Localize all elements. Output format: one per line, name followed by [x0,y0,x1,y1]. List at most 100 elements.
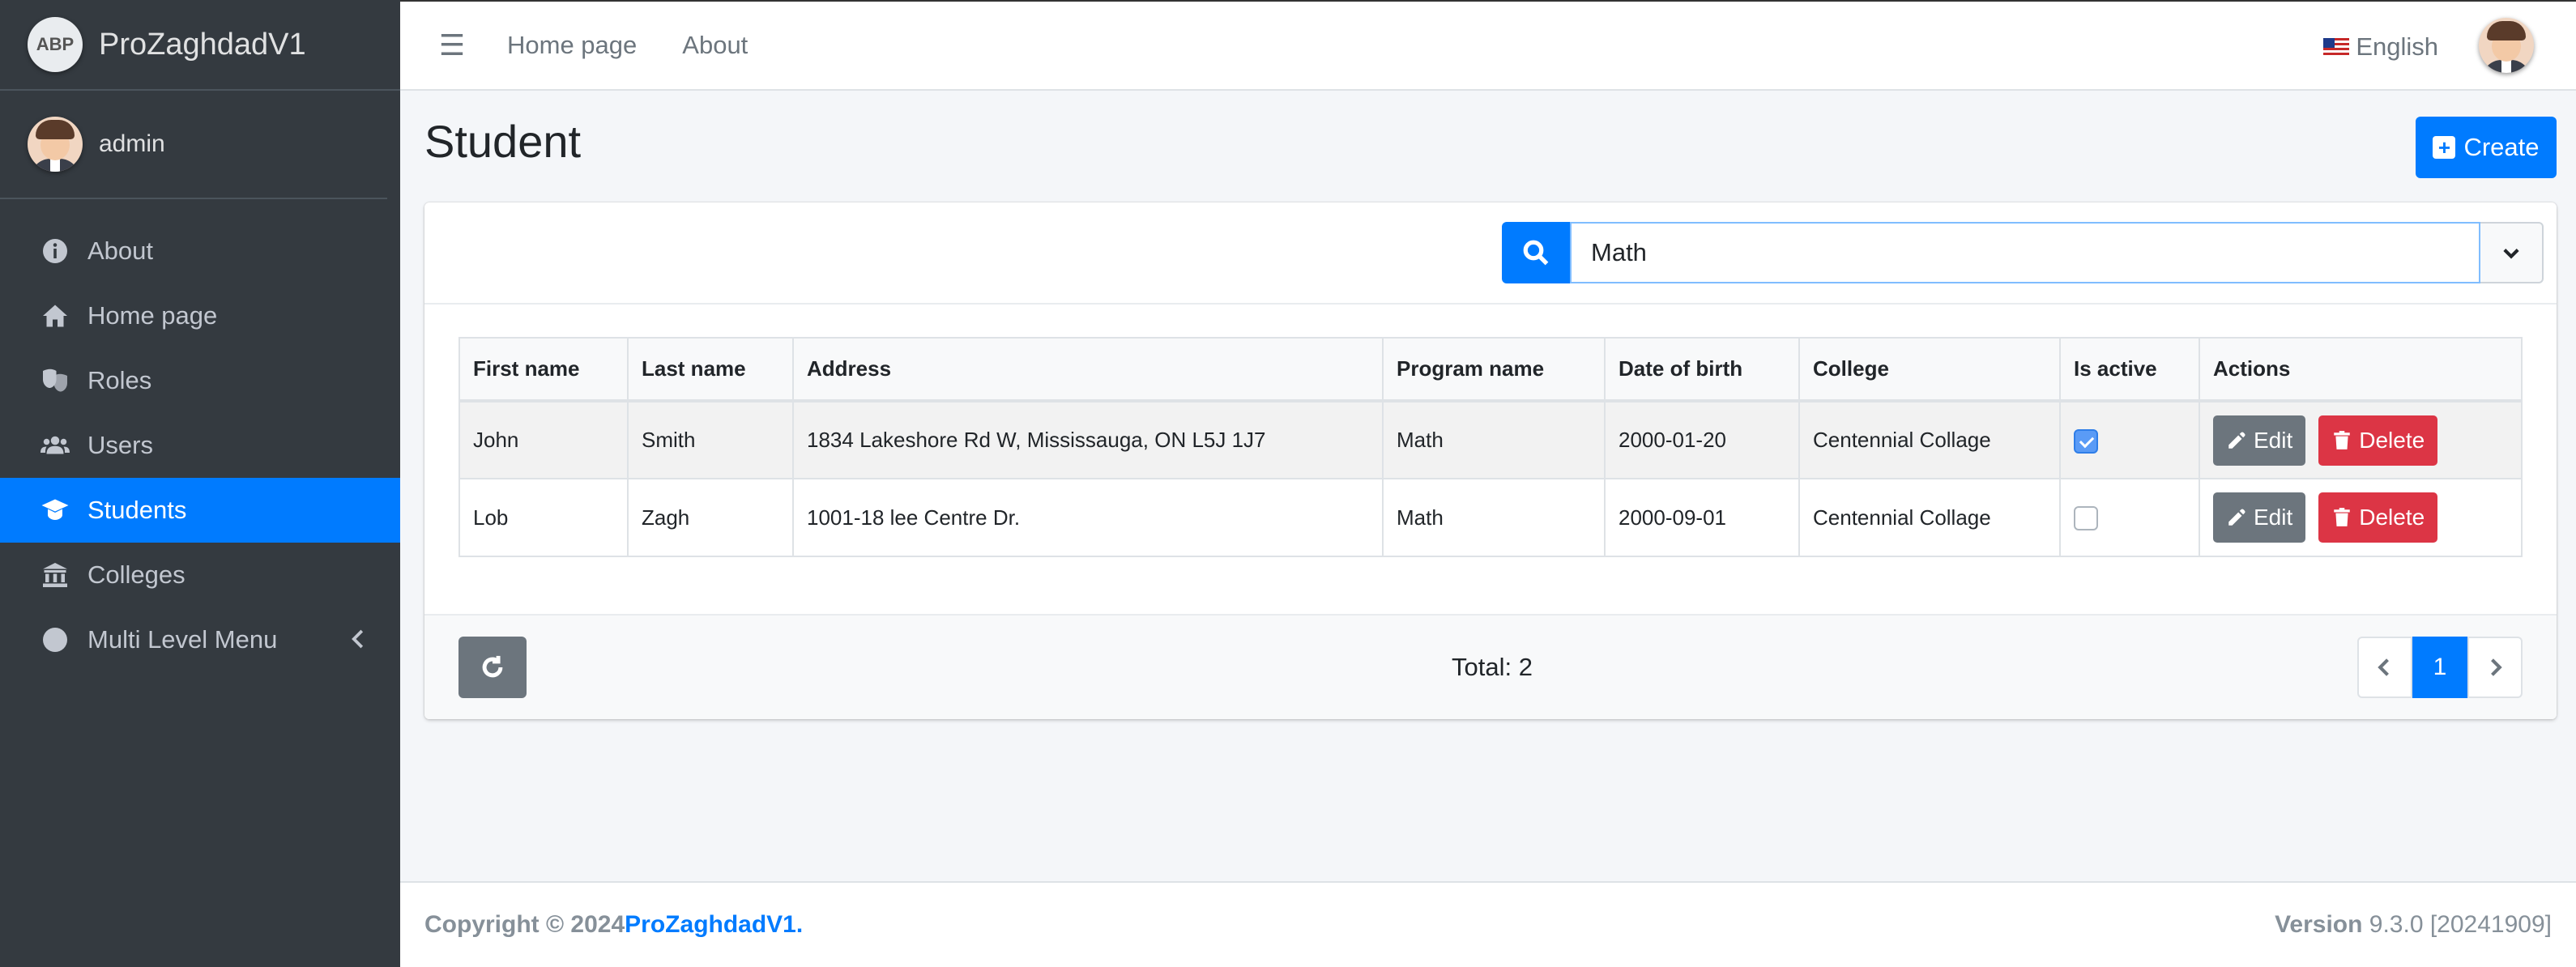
sidebar-item-label: Multi Level Menu [87,625,278,654]
cell-date-of-birth: 2000-09-01 [1604,478,1800,557]
search-input[interactable] [1570,222,2480,283]
cell-actions: Edit Delete [2199,478,2523,557]
sidebar-item-label: Students [87,496,187,524]
chevron-left-icon [347,627,371,651]
column-header-actions: Actions [2199,337,2523,403]
sidebar-item-home[interactable]: Home page [0,283,400,348]
sidebar-item-label: Colleges [87,560,186,589]
create-button[interactable]: + Create [2416,117,2557,178]
column-header-first-name[interactable]: First name [458,337,629,403]
pagination: 1 [2357,637,2523,698]
column-header-program-name[interactable]: Program name [1382,337,1606,403]
edit-button[interactable]: Edit [2213,492,2306,543]
info-circle-icon [39,235,71,267]
user-panel[interactable]: admin [0,91,387,199]
university-icon [39,559,71,591]
hamburger-menu-icon[interactable]: ☰ [437,28,467,62]
refresh-button[interactable] [458,637,527,698]
plus-square-icon: + [2433,136,2456,159]
cell-actions: Edit Delete [2199,400,2523,479]
delete-button[interactable]: Delete [2318,492,2438,543]
is-active-checkbox[interactable] [2074,506,2098,531]
students-table: First name Last name Address Program nam… [458,337,2523,557]
language-label: English [2356,32,2438,61]
cell-is-active [2059,400,2200,479]
us-flag-icon [2323,38,2350,56]
trash-icon [2334,508,2350,526]
sidebar-item-label: Home page [87,301,218,330]
table-footer: Total: 2 1 [424,614,2557,719]
pagination-next[interactable] [2467,637,2523,698]
chevron-down-icon [2503,249,2519,259]
search-button[interactable] [1502,222,1570,283]
students-card: First name Last name Address Program nam… [424,202,2557,719]
column-header-last-name[interactable]: Last name [627,337,794,403]
sidebar-item-label: About [87,236,154,265]
pagination-prev[interactable] [2357,637,2412,698]
footer-brand-link[interactable]: ProZaghdadV1 [625,911,796,939]
table-row: Lob Zagh 1001-18 lee Centre Dr. Math 200… [458,478,2523,557]
language-selector[interactable]: English [2323,32,2438,62]
trash-icon [2334,430,2350,449]
theater-masks-icon [39,364,71,397]
footer-dot: . [795,911,804,938]
sidebar-item-roles[interactable]: Roles [0,348,400,413]
refresh-icon [482,655,503,678]
create-button-label: Create [2463,133,2540,161]
circle-icon [39,624,71,656]
sidebar: ABP ProZaghdadV1 admin About Home page R… [0,0,400,967]
is-active-checkbox[interactable] [2074,428,2098,454]
cell-first-name: Lob [458,478,629,557]
brand-logo: ABP [28,17,83,72]
nav-link-home[interactable]: Home page [507,31,637,60]
pagination-page[interactable]: 1 [2412,637,2467,698]
chevron-left-icon [2378,658,2389,676]
brand-link[interactable]: ABP ProZaghdadV1 [0,0,400,91]
version-label: Version [2275,911,2363,938]
sidebar-item-multi-level-menu[interactable]: Multi Level Menu [0,607,400,672]
column-header-is-active[interactable]: Is active [2059,337,2200,403]
cell-last-name: Zagh [627,478,794,557]
sidebar-nav: About Home page Roles Users Students Col… [0,219,400,672]
delete-button[interactable]: Delete [2318,415,2438,466]
cell-address: 1001-18 lee Centre Dr. [792,478,1384,557]
search-bar [424,202,2557,305]
edit-button[interactable]: Edit [2213,415,2306,466]
brand-name: ProZaghdadV1 [99,27,306,62]
users-icon [39,429,71,462]
chevron-right-icon [2491,658,2502,676]
delete-button-label: Delete [2359,505,2425,530]
page-title: Student [424,116,582,167]
table-row: John Smith 1834 Lakeshore Rd W, Mississa… [458,400,2523,479]
user-name: admin [99,130,165,157]
pencil-icon [2228,509,2245,526]
cell-is-active [2059,478,2200,557]
sidebar-item-users[interactable]: Users [0,413,400,478]
version-value: 9.3.0 [20241909] [2362,911,2552,938]
sidebar-item-label: Roles [87,366,152,394]
column-header-college[interactable]: College [1798,337,2061,403]
graduation-cap-icon [39,494,71,526]
edit-button-label: Edit [2254,505,2293,530]
sidebar-item-about[interactable]: About [0,219,400,283]
advanced-filter-toggle[interactable] [2480,222,2544,283]
sidebar-item-colleges[interactable]: Colleges [0,543,400,607]
edit-button-label: Edit [2254,427,2293,453]
copyright-text: Copyright © 2024 [424,911,625,938]
cell-program-name: Math [1382,400,1606,479]
total-count: Total: 2 [1452,653,1533,681]
top-user-avatar[interactable] [2479,18,2534,73]
sidebar-item-students[interactable]: Students [0,478,400,543]
search-icon [1523,240,1549,266]
nav-link-about[interactable]: About [682,31,748,60]
page-footer: Copyright © 2024 ProZaghdadV1 . Version … [400,881,2576,967]
cell-first-name: John [458,400,629,479]
column-header-address[interactable]: Address [792,337,1384,403]
table-header-row: First name Last name Address Program nam… [458,337,2523,403]
home-icon [39,300,71,332]
pencil-icon [2228,431,2245,449]
version-info: Version 9.3.0 [20241909] [2275,911,2552,939]
column-header-date-of-birth[interactable]: Date of birth [1604,337,1800,403]
cell-address: 1834 Lakeshore Rd W, Mississauga, ON L5J… [792,400,1384,479]
user-avatar [28,117,83,172]
